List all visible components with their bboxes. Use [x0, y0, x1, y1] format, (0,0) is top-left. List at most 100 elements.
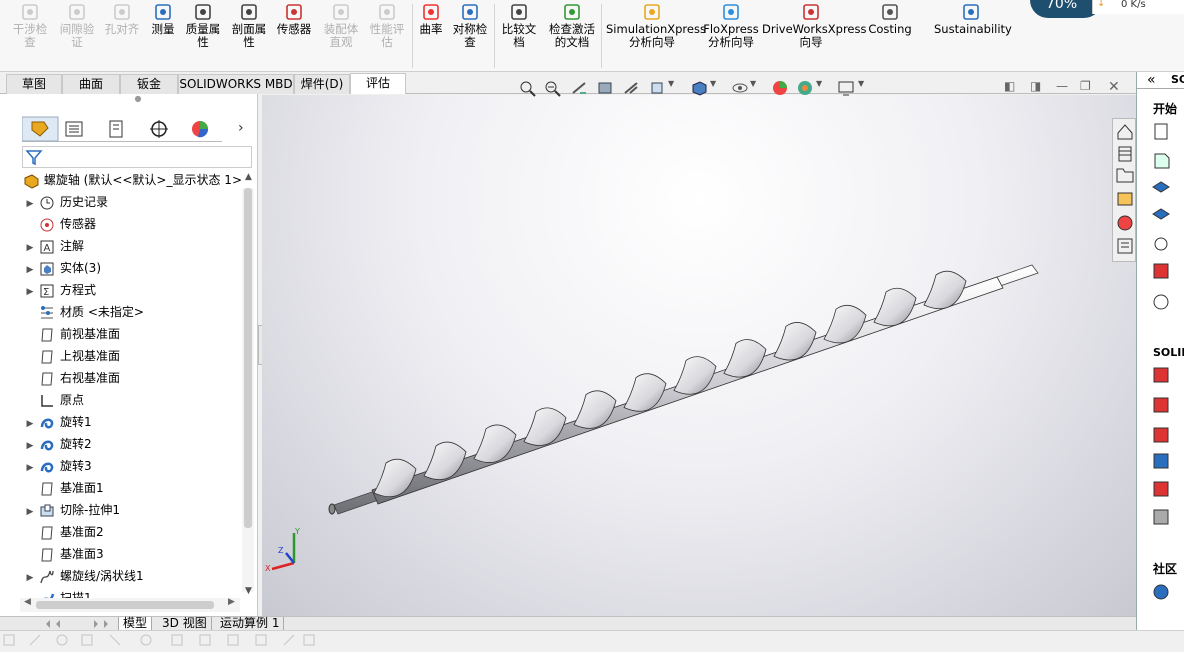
scroll-left-icon[interactable]: ◀	[24, 597, 31, 607]
tree-item-label: 基准面1	[60, 481, 104, 495]
expand-arrow-icon[interactable]: ▶	[22, 435, 38, 457]
tree-item[interactable]: ▶ Σ 方程式	[22, 279, 96, 301]
ribbon-separator	[601, 4, 602, 68]
hide-show-items-icon[interactable]	[730, 79, 750, 97]
tab-3d-view[interactable]: 3D 视图	[158, 617, 212, 631]
previous-view-icon[interactable]	[570, 79, 590, 97]
zoom-to-area-icon[interactable]	[543, 79, 563, 97]
tree-item[interactable]: 上视基准面	[22, 345, 120, 367]
tree-vertical-scrollbar[interactable]	[242, 188, 254, 592]
floxpress-button[interactable]: FloXpress 分析向导	[702, 2, 760, 49]
tree-item[interactable]: ▶ 螺旋线/涡状线1	[22, 565, 144, 587]
tree-item[interactable]: ▶ A 注解	[22, 235, 84, 257]
check-active-doc-button[interactable]: 检查激活 的文档	[544, 2, 600, 49]
compare-doc-button[interactable]: 比较文 档	[500, 2, 538, 49]
expand-arrow-icon[interactable]: ▶	[22, 193, 38, 215]
expand-arrow-icon[interactable]: ▶	[22, 501, 38, 523]
window-close-icon[interactable]: ✕	[1108, 79, 1128, 97]
display-style-dropdown-icon[interactable]: ▼	[710, 79, 730, 97]
tree-item[interactable]: ▶ 旋转3	[22, 455, 92, 477]
display-style-icon[interactable]	[690, 79, 710, 97]
expand-arrow-icon[interactable]: ▶	[22, 237, 38, 259]
tree-scroll-down-icon[interactable]: ▼	[245, 586, 252, 596]
scene-dropdown-icon[interactable]: ▼	[816, 79, 836, 97]
tab-sheetmetal[interactable]: 钣金	[120, 74, 178, 94]
tree-item[interactable]: 右视基准面	[22, 367, 120, 389]
dynamic-annotation-icon[interactable]	[622, 79, 642, 97]
tab-mbd[interactable]: SOLIDWORKS MBD	[178, 74, 294, 94]
net-down-icon: ↓	[1097, 0, 1106, 9]
tree-scroll-up-icon[interactable]: ▲	[245, 172, 252, 182]
performance-eval-button[interactable]: 性能评 估	[366, 2, 408, 49]
window-restore-icon[interactable]: ❐	[1080, 79, 1100, 97]
tree-item[interactable]: ▶ 实体(3)	[22, 257, 101, 279]
tab-navigation-icons[interactable]	[44, 617, 114, 631]
view-orientation-icon[interactable]	[648, 79, 668, 97]
tab-weldments[interactable]: 焊件(D)	[294, 74, 350, 94]
bottom-tab-label: 运动算例 1	[220, 616, 280, 630]
scroll-right-icon[interactable]: ▶	[228, 597, 235, 607]
feature-manager-panel: ● › 螺旋轴 (默认<<默认>_显示状态 1> ▲ ▶ 历史记录 传感器 ▶ A 注解 ▶…	[0, 94, 258, 616]
task-pane-tab-icons[interactable]	[1113, 119, 1137, 263]
tree-item[interactable]: 基准面1	[22, 477, 104, 499]
sustainability-button[interactable]: Sustainability	[934, 2, 1012, 36]
tree-hscroll-thumb[interactable]	[36, 601, 214, 609]
tree-item[interactable]: 基准面3	[22, 543, 104, 565]
svg-text:A: A	[44, 243, 51, 254]
expand-arrow-icon[interactable]: ▶	[22, 567, 38, 589]
section-properties-button[interactable]: 剖面属 性	[228, 2, 270, 49]
tree-item[interactable]: 扫描1	[22, 587, 92, 598]
tree-item[interactable]: 前视基准面	[22, 323, 120, 345]
curvature-button[interactable]: 曲率	[416, 2, 446, 36]
expand-arrow-icon[interactable]: ▶	[22, 457, 38, 479]
ribbon-label: Sustainability	[934, 22, 1012, 36]
window-prev-icon[interactable]: ◧	[1004, 79, 1024, 97]
expand-arrow-icon[interactable]: ▶	[22, 413, 38, 435]
sensor-button[interactable]: 传感器	[274, 2, 314, 36]
edit-appearance-icon[interactable]	[770, 79, 790, 97]
section-view-icon[interactable]	[596, 79, 616, 97]
task-pane-link-icons[interactable]	[1137, 72, 1184, 630]
tree-item[interactable]: ▶ 历史记录	[22, 191, 108, 213]
tree-horizontal-scrollbar[interactable]: ◀ ▶	[20, 597, 240, 612]
ribbon-label: Costing	[868, 22, 912, 36]
window-minimize-icon[interactable]: —	[1056, 79, 1076, 97]
tab-motion-study[interactable]: 运动算例 1	[216, 616, 285, 631]
symmetry-check-button[interactable]: 对称检 查	[448, 2, 492, 49]
tree-item-label: 螺旋线/涡状线1	[60, 569, 144, 583]
hole-align-button[interactable]: 孔对齐	[102, 2, 142, 36]
tab-surface[interactable]: 曲面	[62, 74, 120, 94]
graphics-area[interactable]: Y X Z	[262, 95, 1136, 616]
measure-button[interactable]: 测量	[146, 2, 180, 36]
tree-scroll-thumb[interactable]	[244, 188, 252, 528]
hide-show-dropdown-icon[interactable]: ▼	[750, 79, 770, 97]
tree-item[interactable]: ▶ 旋转2	[22, 433, 92, 455]
tree-item-label: 原点	[60, 393, 85, 407]
window-next-icon[interactable]: ◨	[1030, 79, 1050, 97]
clearance-verify-button[interactable]: 间隙验 证	[56, 2, 98, 49]
expand-arrow-icon[interactable]: ▶	[22, 259, 38, 281]
tree-item[interactable]: 传感器	[22, 213, 96, 235]
expand-arrow-icon[interactable]: ▶	[22, 281, 38, 303]
auger-model[interactable]	[262, 95, 1136, 616]
tree-item[interactable]: 材质 <未指定>	[22, 301, 144, 323]
tab-model[interactable]: 模型	[118, 617, 153, 631]
driveworksxpress-button[interactable]: DriveWorksXpress 向导	[762, 2, 866, 49]
view-settings-icon[interactable]	[836, 79, 856, 97]
view-settings-dropdown-icon[interactable]: ▼	[858, 79, 878, 97]
zoom-to-fit-icon[interactable]	[518, 79, 538, 97]
costing-button[interactable]: Costing	[868, 2, 912, 36]
ribbon-label: 传感器	[276, 22, 312, 36]
tree-item[interactable]: ▶ 切除-拉伸1	[22, 499, 120, 521]
tab-sketch[interactable]: 草图	[6, 74, 62, 94]
tree-item[interactable]: 基准面2	[22, 521, 104, 543]
view-orientation-dropdown-icon[interactable]: ▼	[668, 79, 688, 97]
apply-scene-icon[interactable]	[795, 79, 815, 97]
tree-item[interactable]: ▶ 旋转1	[22, 411, 92, 433]
tab-evaluate[interactable]: 评估	[350, 73, 406, 94]
simulationxpress-button[interactable]: SimulationXpress 分析向导	[606, 2, 706, 49]
interference-check-button[interactable]: 干涉检 查	[10, 2, 50, 49]
mass-properties-button[interactable]: 质量属 性	[182, 2, 224, 49]
tree-item[interactable]: 原点	[22, 389, 84, 411]
assembly-visualization-button[interactable]: 装配体 直观	[320, 2, 362, 49]
